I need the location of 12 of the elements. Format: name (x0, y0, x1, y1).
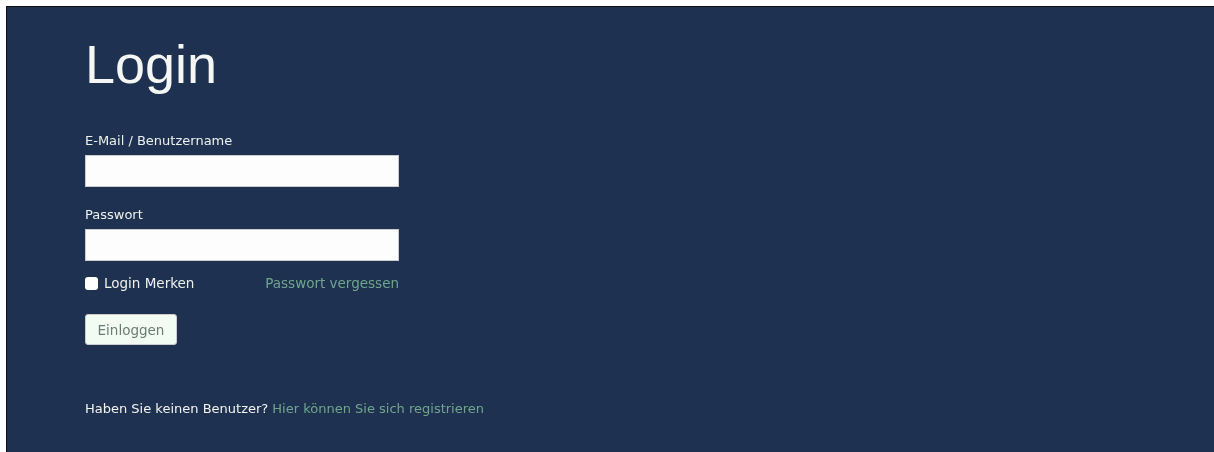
field-label: E-Mail / Benutzername (85, 133, 233, 149)
forgot-password-link[interactable]: Passwort vergessen (265, 275, 399, 291)
field-label: Passwort (85, 207, 143, 223)
page-title: Login (85, 33, 218, 96)
checkbox-icon[interactable] (85, 276, 98, 290)
register-link[interactable]: Hier können Sie sich registrieren (272, 401, 484, 416)
checkbox-label: Login Merken (104, 275, 195, 291)
register-prompt: Haben Sie keinen Benutzer? Hier können Sie sich registrieren (85, 401, 484, 416)
login-button[interactable]: Einloggen (85, 314, 177, 345)
username-field[interactable] (85, 155, 399, 187)
remember-checkbox[interactable]: Login Merken (85, 275, 195, 291)
password-field[interactable] (85, 229, 399, 261)
